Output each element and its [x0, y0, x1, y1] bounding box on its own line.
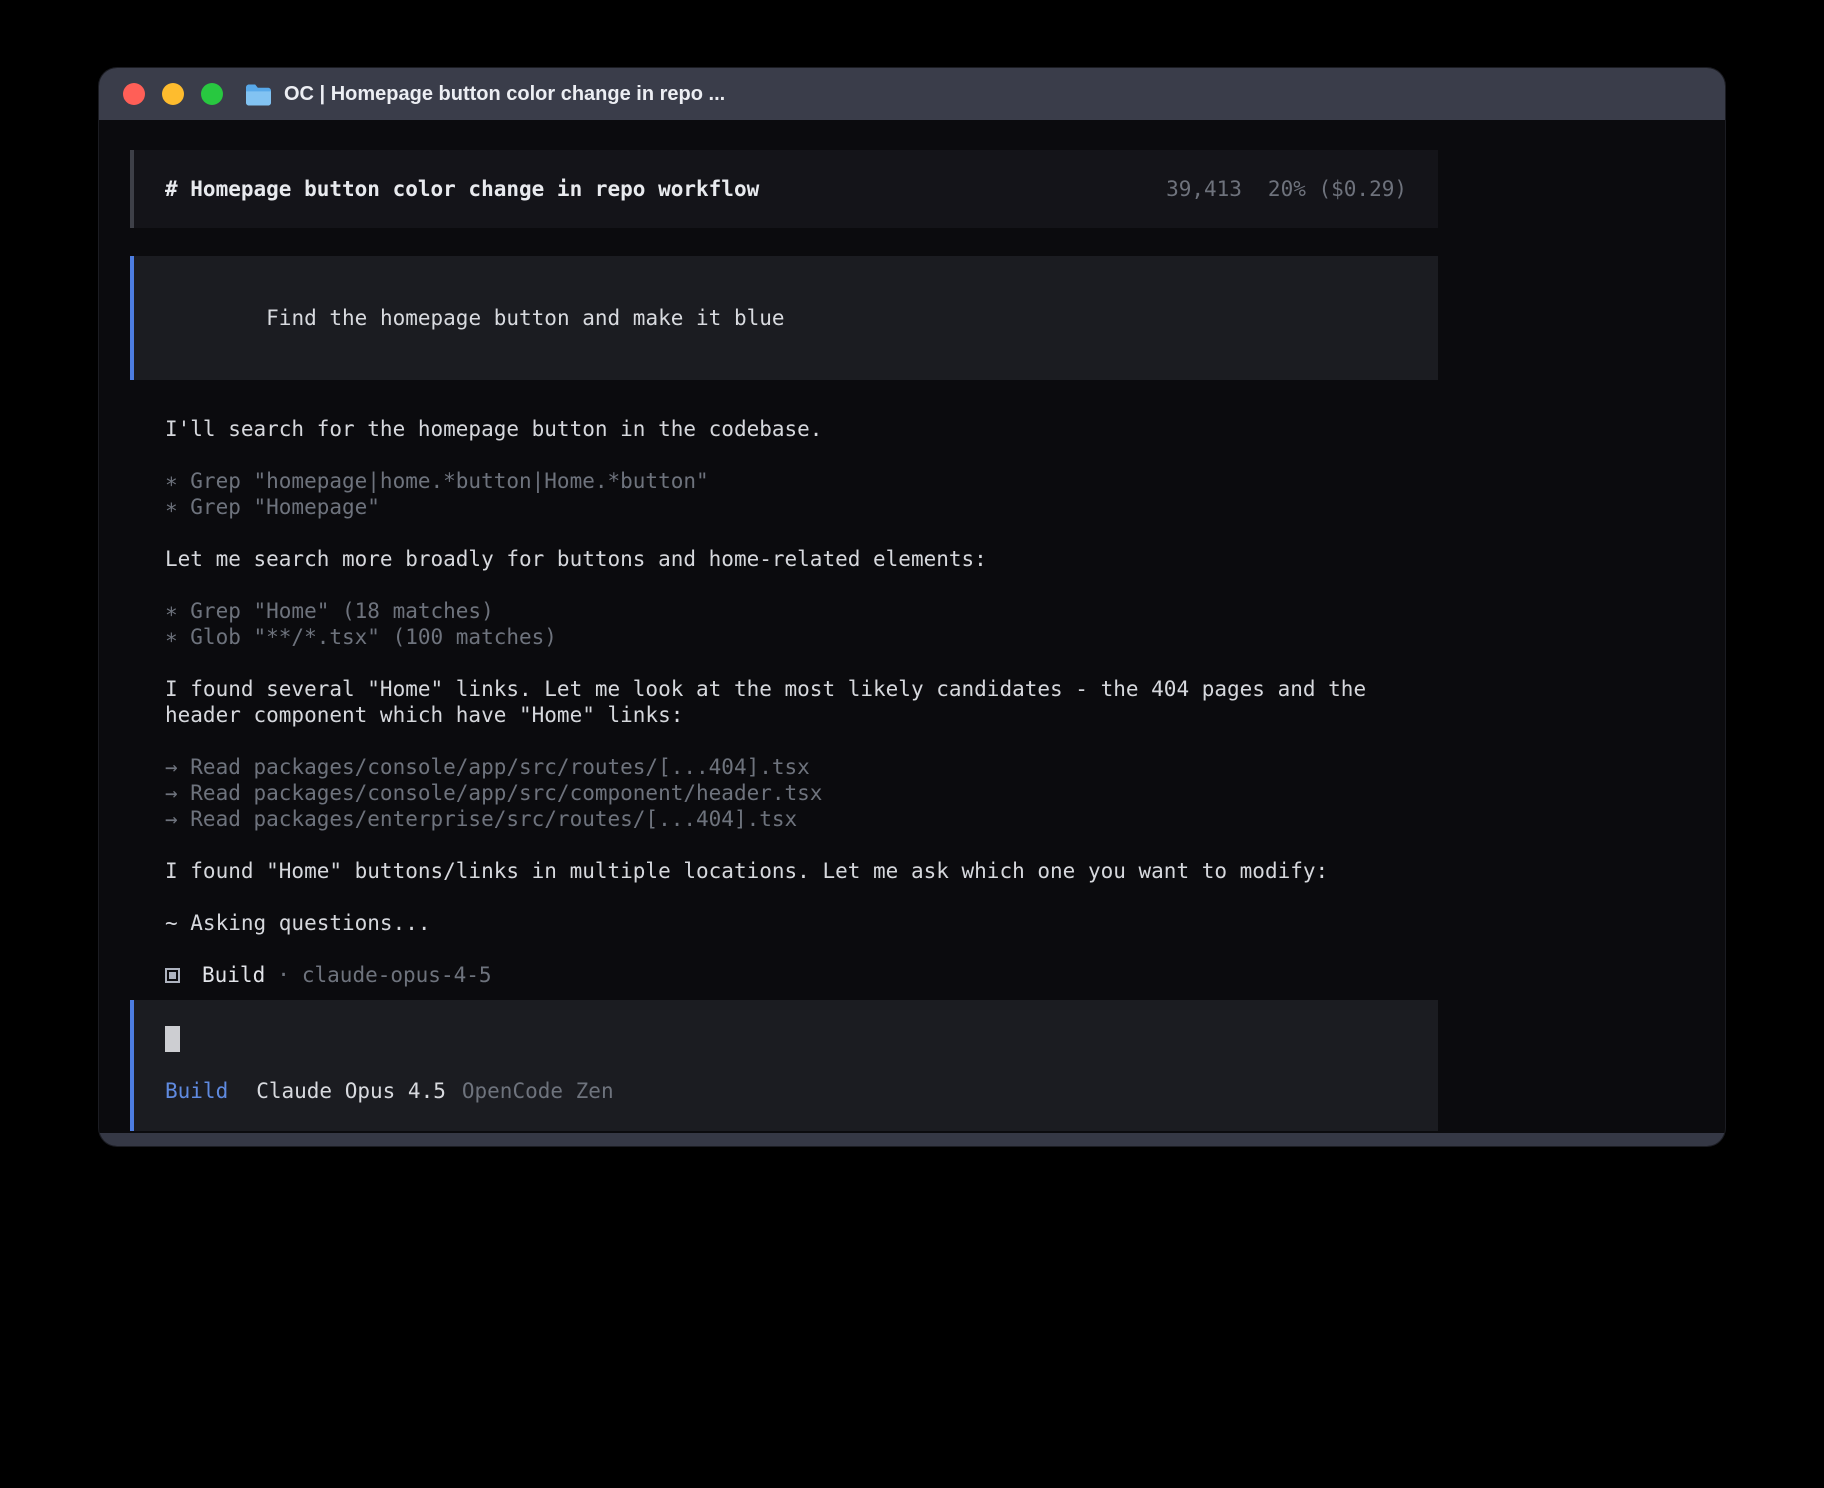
window-bottom-edge	[99, 1133, 1725, 1146]
minimize-button[interactable]	[162, 83, 184, 105]
user-message: Find the homepage button and make it blu…	[130, 256, 1438, 380]
context-usage: 20% ($0.29)	[1268, 176, 1407, 202]
close-button[interactable]	[123, 83, 145, 105]
transcript-line: ∗ Grep "Homepage"	[165, 494, 1438, 520]
session-title: # Homepage button color change in repo w…	[165, 176, 759, 202]
transcript-line: → Read packages/console/app/src/routes/[…	[165, 754, 1438, 780]
zoom-button[interactable]	[201, 83, 223, 105]
window-titlebar[interactable]: OC | Homepage button color change in rep…	[99, 68, 1725, 120]
input-model-label: Claude Opus 4.5	[256, 1078, 446, 1104]
assistant-transcript: I'll search for the homepage button in t…	[130, 416, 1438, 936]
transcript-line: I found several "Home" links. Let me loo…	[165, 676, 1438, 728]
window-title: OC | Homepage button color change in rep…	[284, 83, 725, 106]
transcript-line: → Read packages/console/app/src/componen…	[165, 780, 1438, 806]
prompt-input[interactable]: Build Claude Opus 4.5 OpenCode Zen	[130, 1000, 1438, 1131]
terminal-window: OC | Homepage button color change in rep…	[99, 68, 1725, 1146]
session-stats: 39,413 20% ($0.29)	[1166, 176, 1407, 202]
traffic-lights	[123, 83, 223, 105]
agent-icon	[165, 968, 180, 983]
transcript-line: ∗ Glob "**/*.tsx" (100 matches)	[165, 624, 1438, 650]
separator-dot-icon: ·	[277, 962, 290, 988]
transcript-line: Let me search more broadly for buttons a…	[165, 546, 1438, 572]
agent-model: claude-opus-4-5	[302, 962, 492, 988]
input-provider-label: OpenCode Zen	[462, 1078, 614, 1104]
folder-icon	[245, 83, 272, 106]
transcript-line: ∗ Grep "Home" (18 matches)	[165, 598, 1438, 624]
session-header: # Homepage button color change in repo w…	[130, 150, 1438, 228]
text-cursor-icon	[165, 1026, 180, 1052]
transcript-line: ∗ Grep "homepage|home.*button|Home.*butt…	[165, 468, 1438, 494]
transcript-line: ~ Asking questions...	[165, 910, 1438, 936]
transcript-line: → Read packages/enterprise/src/routes/[.…	[165, 806, 1438, 832]
input-agent-label[interactable]: Build	[165, 1078, 228, 1104]
user-message-text: Find the homepage button and make it blu…	[266, 306, 784, 330]
token-count: 39,413	[1166, 176, 1242, 202]
agent-name: Build	[202, 962, 265, 988]
transcript-line: I found "Home" buttons/links in multiple…	[165, 858, 1438, 884]
terminal-content: # Homepage button color change in repo w…	[99, 120, 1725, 1146]
agent-status-row: Build · claude-opus-4-5	[130, 962, 1438, 988]
input-meta: Build Claude Opus 4.5 OpenCode Zen	[165, 1078, 1407, 1104]
transcript-line: I'll search for the homepage button in t…	[165, 416, 1438, 442]
